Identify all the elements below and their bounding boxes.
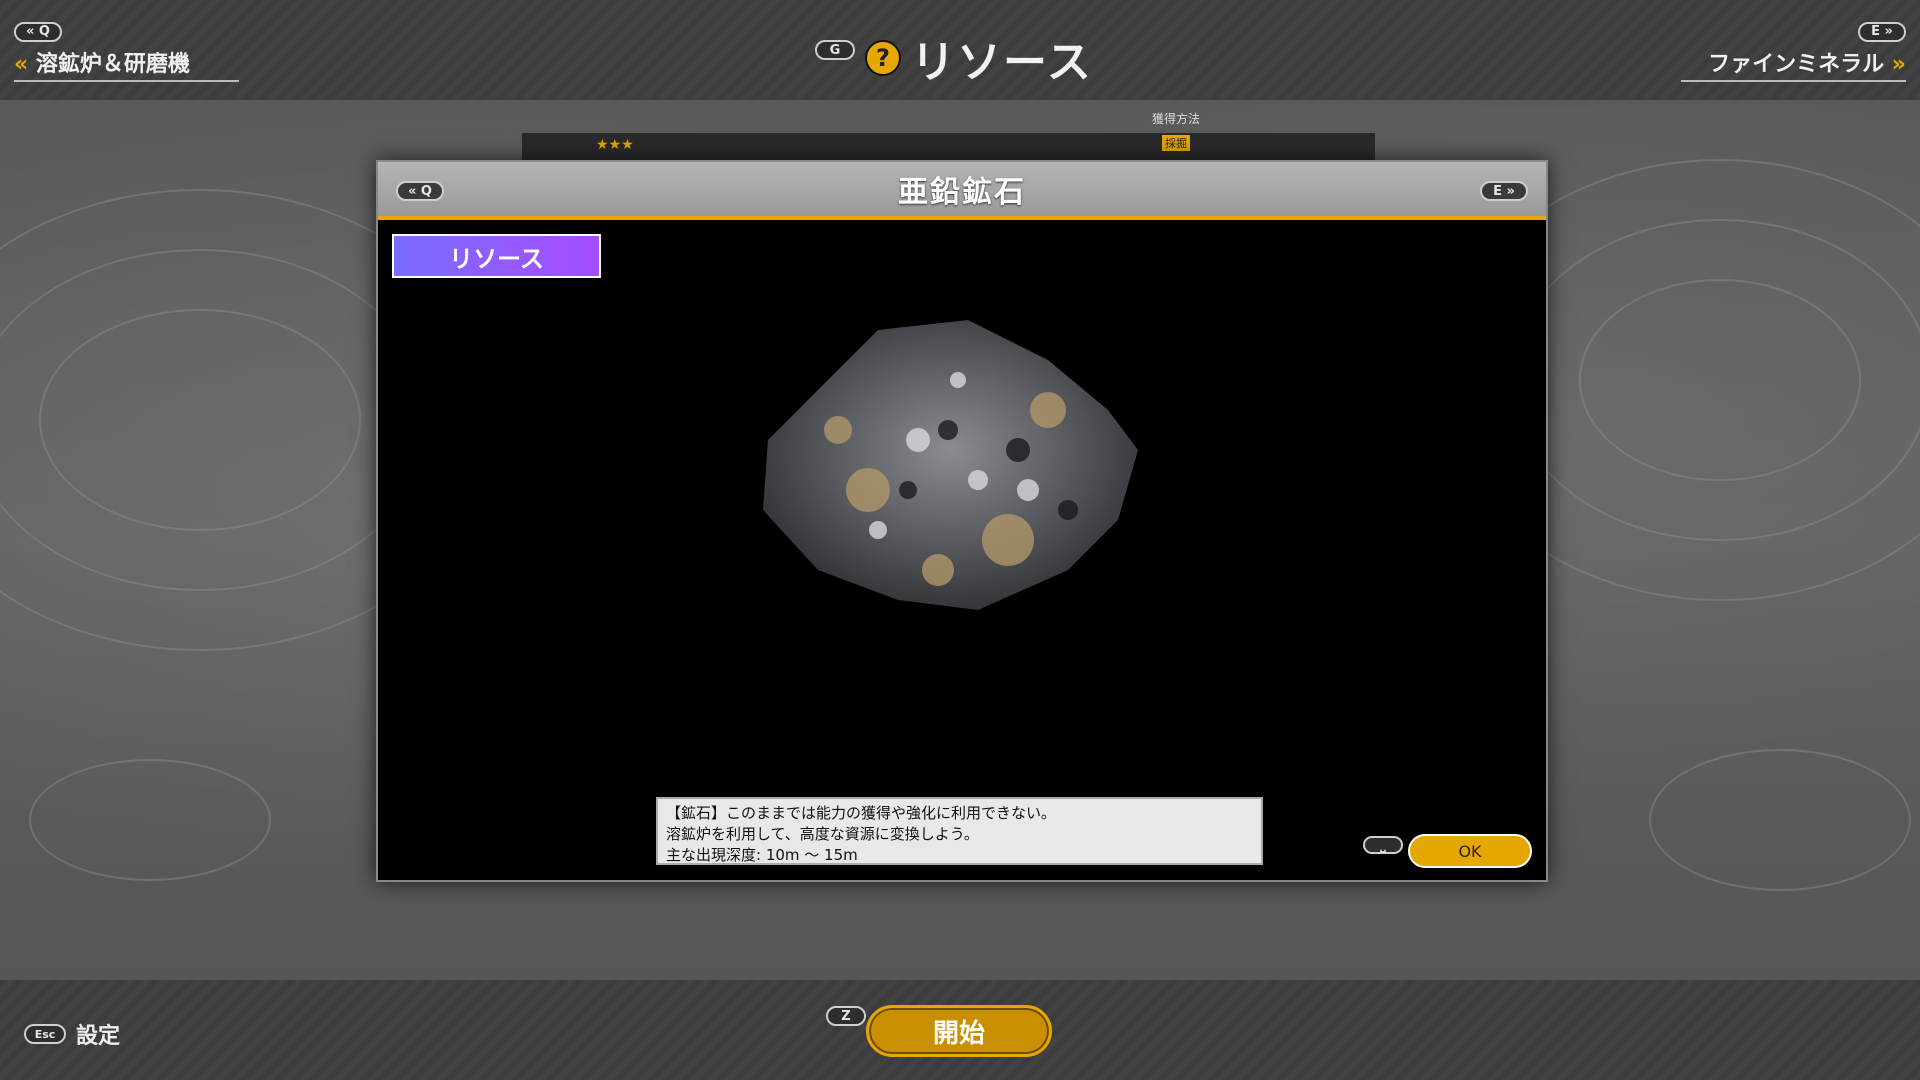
prev-category-text: 溶鉱炉＆研磨機 bbox=[35, 51, 190, 77]
z-key-hint: Z bbox=[826, 1006, 866, 1026]
modal-title: 亜鉛鉱石 bbox=[898, 175, 1026, 210]
prev-category-label[interactable]: « 溶鉱炉＆研磨機 bbox=[14, 46, 239, 82]
item-description: 【鉱石】このままでは能力の獲得や強化に利用できない。 溶鉱炉を利用して、高度な資… bbox=[656, 797, 1263, 865]
description-line: 溶鉱炉を利用して、高度な資源に変換しよう。 bbox=[666, 825, 979, 843]
space-key-hint: ⎵ bbox=[1363, 836, 1403, 854]
double-chevron-left-icon: « bbox=[14, 51, 29, 77]
ok-button[interactable]: OK bbox=[1408, 834, 1532, 868]
next-category-label[interactable]: ファインミネラル » bbox=[1681, 46, 1906, 82]
category-tag: リソース bbox=[392, 234, 601, 278]
page-header: G ? リソース bbox=[815, 26, 1093, 90]
question-icon[interactable]: ? bbox=[865, 40, 901, 76]
resource-list-row: ★★★ 採掘 bbox=[522, 133, 1375, 163]
q-key-hint: « Q bbox=[14, 21, 62, 42]
prev-category-nav[interactable]: « Q « 溶鉱炉＆研磨機 bbox=[14, 20, 239, 82]
e-key-hint: E » bbox=[1858, 21, 1906, 42]
mining-badge: 採掘 bbox=[1162, 135, 1190, 151]
g-key-hint: G bbox=[815, 40, 855, 60]
prev-item-button[interactable]: « Q bbox=[396, 181, 444, 201]
settings-label[interactable]: 設定 bbox=[76, 1018, 120, 1050]
esc-key-hint: Esc bbox=[24, 1024, 66, 1044]
description-line: 主な出現深度: 10m 〜 15m bbox=[666, 846, 858, 864]
zinc-ore-image bbox=[763, 320, 1138, 610]
description-line: 【鉱石】このままでは能力の獲得や強化に利用できない。 bbox=[666, 804, 1057, 822]
next-item-button[interactable]: E » bbox=[1480, 181, 1528, 201]
item-detail-modal: « Q 亜鉛鉱石 E » リソース 【鉱石】このままでは能力の獲得や強化に利用で… bbox=[376, 160, 1548, 882]
start-button[interactable]: 開始 bbox=[866, 1005, 1052, 1057]
next-category-text: ファインミネラル bbox=[1708, 51, 1885, 77]
page-title: リソース bbox=[911, 37, 1093, 88]
acquisition-column-header: 獲得方法 bbox=[1152, 112, 1201, 126]
double-chevron-right-icon: » bbox=[1891, 51, 1906, 77]
next-category-nav[interactable]: E » ファインミネラル » bbox=[1681, 20, 1906, 82]
settings-nav[interactable]: Esc 設定 bbox=[24, 1018, 120, 1050]
modal-header: « Q 亜鉛鉱石 E » bbox=[378, 162, 1546, 220]
rarity-stars: ★★★ bbox=[596, 137, 634, 153]
